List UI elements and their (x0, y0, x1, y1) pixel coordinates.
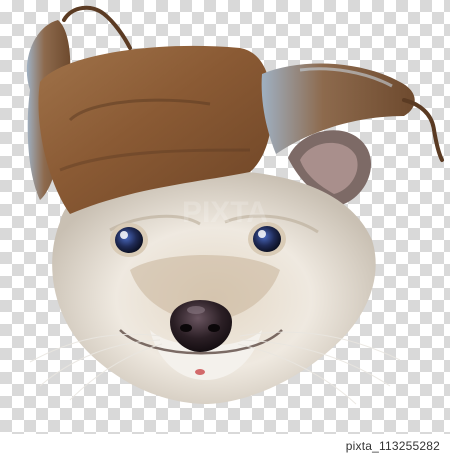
left-eye (110, 223, 148, 257)
pixta-watermark: PIXTA (182, 196, 268, 229)
svg-text:PIXTA: PIXTA (182, 196, 268, 229)
image-canvas: PIXTA pixta_113255282 (0, 0, 450, 458)
stock-id-label: pixta_113255282 (345, 439, 440, 453)
stock-footer: pixta_113255282 (0, 434, 450, 458)
watercolor-illustration: PIXTA (26, 5, 444, 405)
